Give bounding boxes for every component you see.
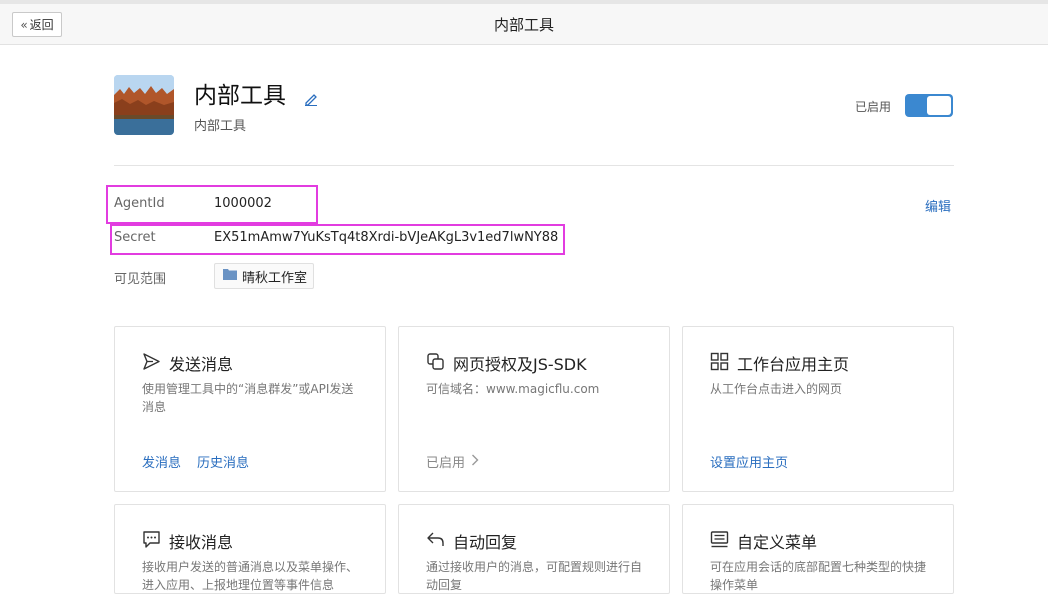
card-desc: 接收用户发送的普通消息以及菜单操作、进入应用、上报地理位置等事件信息 bbox=[142, 560, 359, 592]
secret-label: Secret bbox=[114, 230, 156, 245]
card-oauth-jssdk: 网页授权及JS-SDK 可信域名：www.magicflu.com 已启用 bbox=[398, 326, 670, 492]
card-desc: 通过接收用户的消息，可配置规则进行自动回复 bbox=[426, 560, 643, 592]
card-title: 发送消息 bbox=[169, 355, 234, 374]
card-title: 工作台应用主页 bbox=[737, 355, 850, 374]
app-logo bbox=[114, 75, 174, 135]
secret-value: EX51mAmw7YuKsTq4t8Xrdi-bVJeAKgL3v1ed7lwN… bbox=[214, 230, 559, 245]
card-send-message: 发送消息 使用管理工具中的“消息群发”或API发送消息 发消息 历史消息 bbox=[114, 326, 386, 492]
agentid-label: AgentId bbox=[114, 196, 165, 211]
card-custom-menu: 自定义菜单 可在应用会话的底部配置七种类型的快捷操作菜单 bbox=[682, 504, 954, 594]
oauth-status-label: 已启用 bbox=[426, 456, 466, 471]
app-subtitle: 内部工具 bbox=[194, 119, 247, 134]
toggle-knob bbox=[927, 96, 951, 115]
top-bar: « 返回 内部工具 bbox=[0, 4, 1048, 45]
card-receive-message: 接收消息 接收用户发送的普通消息以及菜单操作、进入应用、上报地理位置等事件信息 bbox=[114, 504, 386, 594]
card-desc: 可信域名：www.magicflu.com bbox=[426, 382, 600, 396]
edit-name-pencil-icon[interactable] bbox=[303, 90, 319, 106]
set-homepage-link[interactable]: 设置应用主页 bbox=[710, 452, 788, 471]
card-desc: 可在应用会话的底部配置七种类型的快捷操作菜单 bbox=[710, 560, 927, 592]
copy-squares-icon bbox=[426, 352, 445, 371]
card-title: 接收消息 bbox=[169, 533, 234, 552]
card-desc: 使用管理工具中的“消息群发”或API发送消息 bbox=[142, 382, 354, 414]
card-title: 自动回复 bbox=[453, 533, 518, 552]
send-message-link[interactable]: 发消息 bbox=[142, 452, 181, 471]
history-message-link[interactable]: 历史消息 bbox=[197, 452, 249, 471]
card-title: 自定义菜单 bbox=[737, 533, 818, 552]
enable-toggle[interactable] bbox=[905, 94, 953, 117]
agentid-value: 1000002 bbox=[214, 196, 272, 211]
page-title: 内部工具 bbox=[493, 16, 554, 34]
app-name: 内部工具 bbox=[194, 83, 286, 109]
grid-icon bbox=[710, 352, 729, 371]
oauth-status-link[interactable]: 已启用 bbox=[426, 452, 479, 471]
card-desc: 从工作台点击进入的网页 bbox=[710, 382, 843, 396]
folder-icon bbox=[223, 268, 237, 284]
send-icon bbox=[142, 352, 161, 371]
scope-tag[interactable]: 晴秋工作室 bbox=[214, 263, 314, 289]
card-workbench-home: 工作台应用主页 从工作台点击进入的网页 设置应用主页 bbox=[682, 326, 954, 492]
edit-link[interactable]: 编辑 bbox=[925, 196, 951, 215]
scope-value: 晴秋工作室 bbox=[242, 270, 308, 286]
card-auto-reply: 自动回复 通过接收用户的消息，可配置规则进行自动回复 bbox=[398, 504, 670, 594]
chevron-right-icon bbox=[471, 454, 479, 470]
chat-bubble-icon bbox=[142, 530, 161, 549]
divider bbox=[114, 165, 954, 166]
scope-label: 可见范围 bbox=[114, 272, 167, 287]
enabled-status-label: 已启用 bbox=[855, 100, 892, 114]
card-title: 网页授权及JS-SDK bbox=[453, 355, 587, 374]
menu-list-icon bbox=[710, 530, 729, 549]
reply-arrow-icon bbox=[426, 530, 445, 549]
